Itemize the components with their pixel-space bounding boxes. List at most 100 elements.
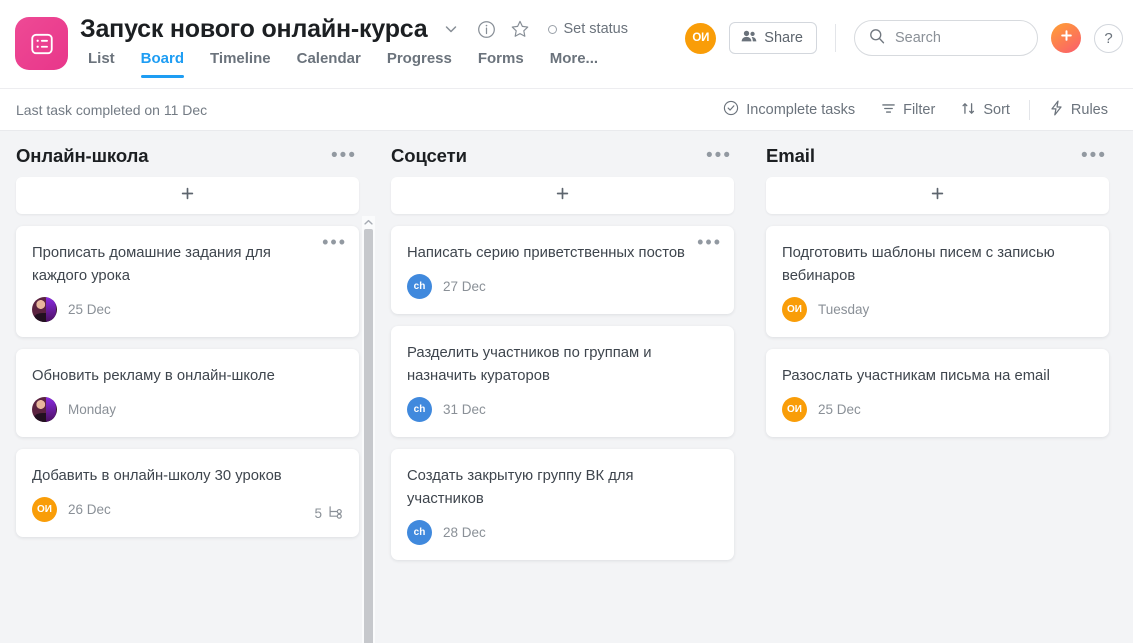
card-title: Добавить в онлайн-школу 30 уроков (32, 468, 282, 484)
board-toolbar: Last task completed on 11 Dec Incomplete… (0, 89, 1133, 131)
tab-list[interactable]: List (84, 50, 128, 78)
incomplete-tasks-label: Incomplete tasks (746, 102, 856, 118)
subtask-tree-icon (328, 505, 344, 522)
plus-icon (1059, 28, 1074, 48)
incomplete-tasks-filter[interactable]: Incomplete tasks (710, 100, 868, 120)
card-title: Прописать домашние задания для каждого у… (32, 245, 271, 284)
task-card[interactable]: Обновить рекламу в онлайн-школе Monday (16, 349, 359, 437)
task-card[interactable]: ••• Прописать домашние задания для каждо… (16, 226, 359, 337)
search-input[interactable]: Search (854, 20, 1038, 56)
rules-button[interactable]: Rules (1036, 100, 1121, 120)
board-column-online-school: Онлайн-школа ••• ••• Прописать домашние … (0, 131, 375, 643)
toolbar-actions: Incomplete tasks Filter Sort Rules (710, 89, 1121, 131)
subtask-count: 5 (314, 506, 322, 521)
board-column-email: Email ••• Подготовить шаблоны писем с за… (750, 131, 1125, 643)
card-due-date: 25 Dec (68, 302, 111, 317)
rules-label: Rules (1070, 102, 1108, 118)
tab-more[interactable]: More... (537, 50, 611, 78)
avatar[interactable] (32, 397, 57, 422)
card-footer: ch 31 Dec (407, 397, 718, 422)
card-footer: ОИ 26 Dec (32, 497, 343, 522)
scroll-up-icon[interactable] (362, 216, 375, 229)
sort-button[interactable]: Sort (948, 101, 1023, 120)
task-card[interactable]: Создать закрытую группу ВК для участнико… (391, 449, 734, 560)
app-logo[interactable] (15, 17, 68, 70)
card-title: Разослать участникам письма на email (782, 368, 1050, 384)
chevron-down-icon[interactable] (436, 14, 466, 44)
task-card[interactable]: Добавить в онлайн-школу 30 уроков ОИ 26 … (16, 449, 359, 537)
ellipsis-icon[interactable]: ••• (1079, 146, 1109, 165)
filter-button[interactable]: Filter (868, 101, 948, 120)
last-task-status: Last task completed on 11 Dec (16, 101, 208, 118)
plus-icon (555, 186, 570, 206)
plus-icon (180, 186, 195, 206)
avatar[interactable]: ch (407, 520, 432, 545)
avatar[interactable]: ch (407, 274, 432, 299)
card-title: Разделить участников по группам и назнач… (407, 345, 652, 384)
share-button[interactable]: Share (729, 22, 817, 54)
card-menu-icon[interactable]: ••• (697, 233, 722, 251)
card-due-date: 28 Dec (443, 525, 486, 540)
plus-icon (930, 186, 945, 206)
avatar[interactable] (32, 297, 57, 322)
subtask-indicator: 5 (314, 505, 344, 522)
add-button[interactable] (1051, 23, 1081, 53)
avatar[interactable]: ОИ (32, 497, 57, 522)
avatar[interactable]: ch (407, 397, 432, 422)
app-header: Запуск нового онлайн-курса Set status Li… (0, 0, 1133, 89)
kanban-board: Онлайн-школа ••• ••• Прописать домашние … (0, 131, 1133, 643)
header-divider (835, 24, 836, 52)
avatar[interactable]: ОИ (782, 297, 807, 322)
column-title: Соцсети (391, 145, 467, 166)
card-due-date: Tuesday (818, 302, 870, 317)
add-task-button[interactable] (391, 177, 734, 214)
star-outline-icon[interactable] (505, 14, 535, 44)
card-footer: Monday (32, 397, 343, 422)
share-label: Share (764, 30, 803, 46)
tab-forms[interactable]: Forms (465, 50, 537, 78)
ellipsis-icon[interactable]: ••• (329, 146, 359, 165)
header-actions: ОИ Share Search ? (685, 20, 1123, 56)
task-card[interactable]: Подготовить шаблоны писем с записью веби… (766, 226, 1109, 337)
tab-timeline[interactable]: Timeline (197, 50, 284, 78)
list-app-icon (29, 31, 55, 57)
project-title-row: Запуск нового онлайн-курса Set status (80, 12, 628, 46)
column-header: Соцсети ••• (391, 131, 734, 177)
ellipsis-icon[interactable]: ••• (704, 146, 734, 165)
card-due-date: 25 Dec (818, 402, 861, 417)
column-header: Email ••• (766, 131, 1109, 177)
status-dot-icon (547, 24, 557, 34)
task-card[interactable]: Разослать участникам письма на email ОИ … (766, 349, 1109, 437)
people-icon (741, 29, 757, 47)
card-footer: ch 27 Dec (407, 274, 718, 299)
task-card[interactable]: ••• Написать серию приветственных постов… (391, 226, 734, 314)
task-card[interactable]: Разделить участников по группам и назнач… (391, 326, 734, 437)
sort-label: Sort (983, 102, 1010, 118)
info-circle-icon[interactable] (472, 14, 502, 44)
set-status-label: Set status (563, 21, 628, 37)
page-title: Запуск нового онлайн-курса (80, 15, 428, 43)
set-status-button[interactable]: Set status (547, 21, 628, 37)
help-button[interactable]: ? (1094, 23, 1123, 53)
add-task-button[interactable] (16, 177, 359, 214)
avatar[interactable]: ОИ (685, 22, 717, 54)
card-title: Создать закрытую группу ВК для участнико… (407, 468, 634, 507)
column-cards: ••• Прописать домашние задания для каждо… (16, 226, 359, 537)
board-column-socseti: Соцсети ••• ••• Написать серию приветств… (375, 131, 750, 643)
add-task-button[interactable] (766, 177, 1109, 214)
column-scrollbar[interactable] (362, 216, 375, 643)
search-placeholder: Search (895, 30, 941, 46)
view-tabs: List Board Timeline Calendar Progress Fo… (84, 50, 611, 78)
tab-progress[interactable]: Progress (374, 50, 465, 78)
avatar[interactable]: ОИ (782, 397, 807, 422)
tab-board[interactable]: Board (128, 50, 197, 78)
scrollbar-thumb[interactable] (364, 229, 373, 643)
card-menu-icon[interactable]: ••• (322, 233, 347, 251)
card-title: Обновить рекламу в онлайн-школе (32, 368, 275, 384)
tab-calendar[interactable]: Calendar (284, 50, 374, 78)
column-title: Онлайн-школа (16, 145, 149, 166)
column-title: Email (766, 145, 815, 166)
toolbar-divider (1028, 100, 1030, 120)
card-footer: ОИ 25 Dec (782, 397, 1093, 422)
filter-icon (881, 101, 896, 120)
